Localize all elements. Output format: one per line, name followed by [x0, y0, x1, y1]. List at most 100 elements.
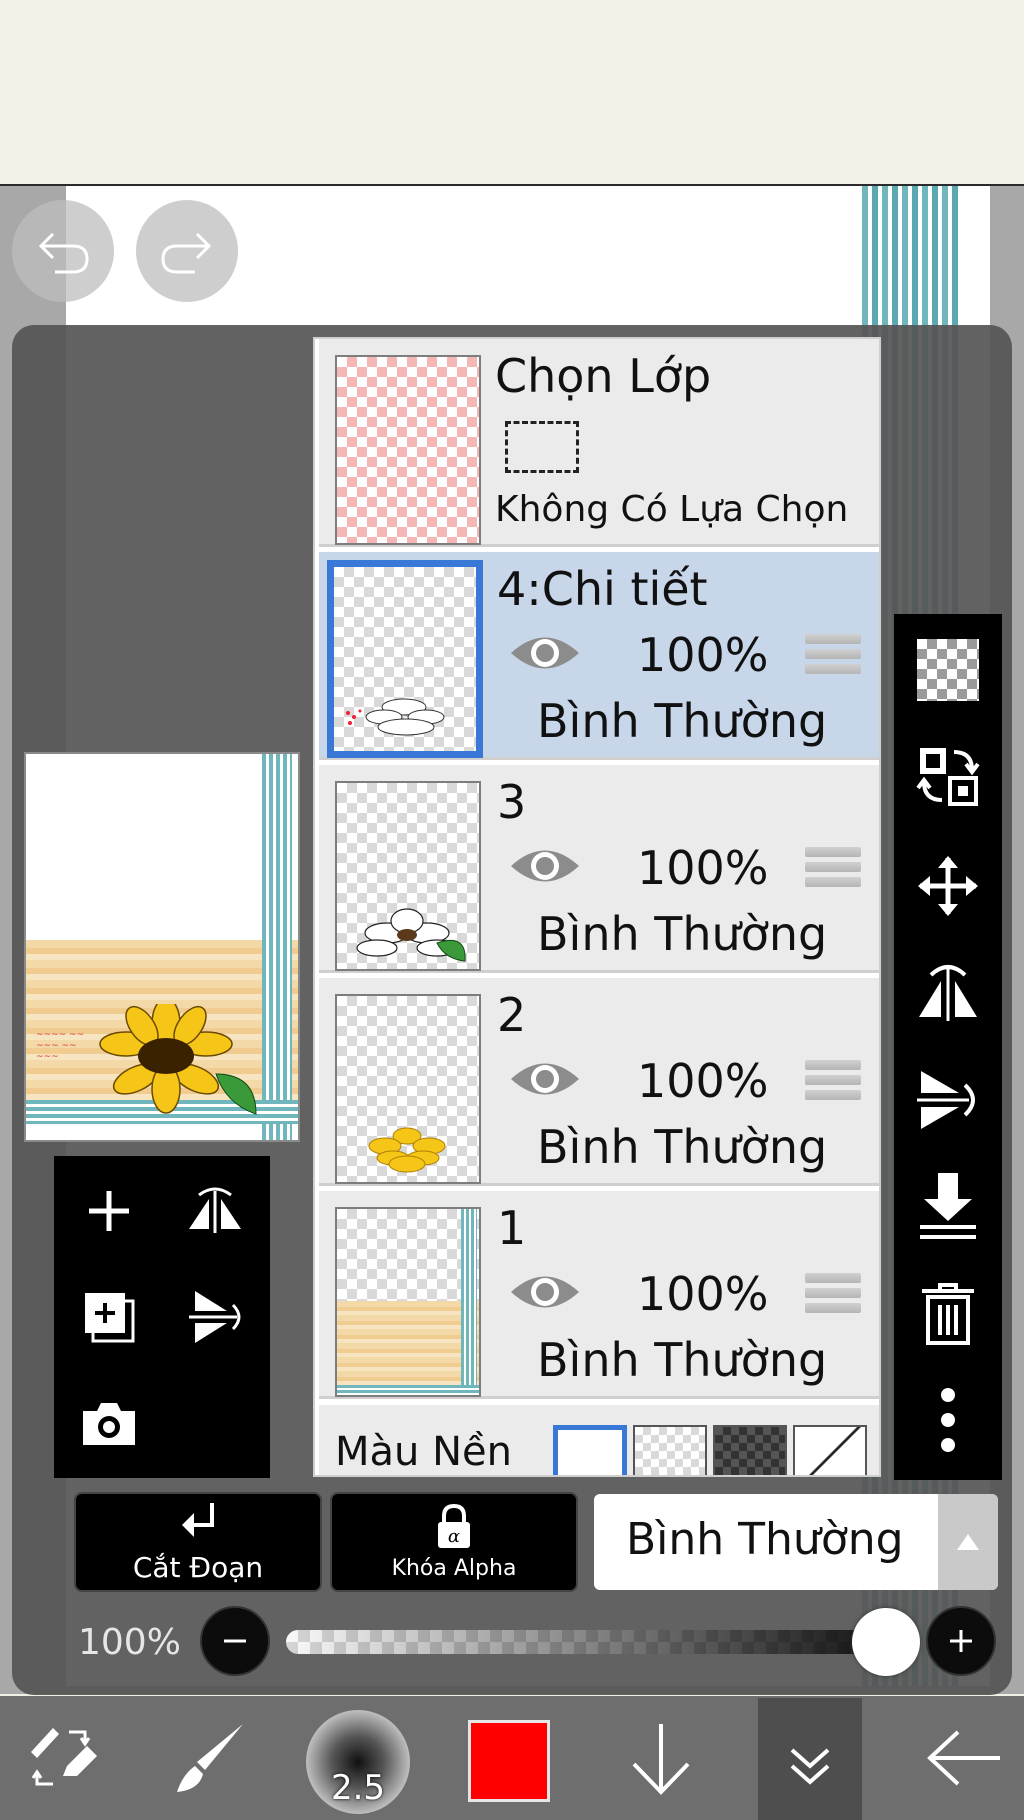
layer-name: 2 — [497, 988, 527, 1042]
tool-switch-button[interactable] — [20, 1696, 106, 1820]
layer-opacity: 100% — [637, 841, 769, 895]
layer-thumbnail — [327, 560, 483, 758]
visibility-eye-icon[interactable] — [507, 841, 583, 891]
drag-handle-icon[interactable] — [805, 1273, 861, 1317]
background-none-swatch[interactable] — [793, 1425, 867, 1475]
merge-down-button[interactable] — [912, 1170, 984, 1242]
layer-blend-mode: Bình Thường — [537, 1120, 828, 1174]
alpha-lock-label: Khóa Alpha — [391, 1555, 517, 1581]
selection-marquee-icon — [505, 421, 579, 473]
plus-icon — [950, 1630, 972, 1652]
minus-icon — [224, 1639, 246, 1643]
layer-panel: Chọn Lớp Không Có Lựa Chọn 4:Chi tiết 10… — [313, 337, 881, 1477]
background-white-swatch[interactable] — [553, 1425, 627, 1475]
layer-row[interactable]: 3 100% Bình Thường — [319, 765, 879, 973]
blend-mode-select[interactable]: Bình Thường — [594, 1494, 998, 1590]
flip-vertical-icon — [917, 1071, 975, 1129]
more-vertical-icon — [941, 1388, 955, 1452]
background-color-label: Màu Nền — [335, 1429, 512, 1475]
plus-icon — [89, 1191, 129, 1231]
visibility-eye-icon[interactable] — [507, 1267, 583, 1317]
brush-size-button[interactable]: 2.5 — [306, 1710, 410, 1814]
layer-row[interactable]: 2 100% Bình Thường — [319, 978, 879, 1186]
alpha-lock-button[interactable]: α Khóa Alpha — [330, 1492, 578, 1592]
opacity-slider-track[interactable] — [286, 1630, 898, 1654]
arrow-down-icon — [632, 1724, 690, 1795]
layer-opacity: 100% — [637, 628, 769, 682]
selection-layer-thumbnail — [335, 355, 481, 545]
checker-icon — [917, 639, 979, 701]
selection-layer-row[interactable]: Chọn Lớp Không Có Lựa Chọn — [319, 339, 879, 547]
move-icon — [918, 856, 978, 916]
flip-horizontal-icon — [919, 965, 977, 1021]
swap-icon — [916, 748, 980, 806]
layer-name: 1 — [497, 1201, 527, 1255]
flip-vertical-button[interactable] — [170, 1272, 260, 1362]
flip-layer-vertical-button[interactable] — [912, 1064, 984, 1136]
brush-eraser-switch-icon — [31, 1728, 97, 1786]
brush-icon — [177, 1724, 243, 1792]
drag-handle-icon[interactable] — [805, 1060, 861, 1104]
layer-opacity: 100% — [637, 1054, 769, 1108]
clipping-button[interactable]: Cắt Đoạn — [74, 1492, 322, 1592]
undo-icon — [38, 232, 89, 274]
blend-mode-value: Bình Thường — [626, 1514, 904, 1565]
bottom-toolbar: 2.5 — [0, 1696, 1024, 1820]
svg-text:α: α — [448, 1526, 460, 1547]
top-bar — [0, 0, 1024, 186]
back-button[interactable] — [914, 1696, 1014, 1820]
swap-layer-button[interactable] — [912, 740, 984, 812]
clipping-arrow-icon — [182, 1502, 214, 1537]
layer-thumbnail — [335, 1207, 481, 1397]
arrow-left-icon — [927, 1730, 1000, 1786]
flip-layer-horizontal-button[interactable] — [912, 956, 984, 1028]
undo-button[interactable] — [12, 200, 114, 302]
redo-button[interactable] — [136, 200, 238, 302]
layer-blend-mode: Bình Thường — [537, 907, 828, 961]
background-transparent-swatch[interactable] — [633, 1425, 707, 1475]
opacity-decrease-button[interactable] — [200, 1606, 270, 1676]
opacity-value-label: 100% — [78, 1622, 181, 1663]
brush-size-value: 2.5 — [330, 1768, 386, 1808]
transparent-fill-button[interactable] — [912, 634, 984, 706]
layer-row[interactable]: 1 100% Bình Thường — [319, 1191, 879, 1399]
delete-layer-button[interactable] — [912, 1278, 984, 1350]
opacity-increase-button[interactable] — [926, 1606, 996, 1676]
visibility-eye-icon[interactable] — [507, 628, 583, 678]
lock-icon: α — [438, 1503, 470, 1548]
clipping-label: Cắt Đoạn — [132, 1550, 264, 1584]
layer-opacity: 100% — [637, 1267, 769, 1321]
layer-row[interactable]: 4:Chi tiết 100% Bình Thường — [319, 552, 879, 760]
camera-button[interactable] — [64, 1378, 154, 1468]
double-chevron-down-icon — [790, 1748, 830, 1785]
flip-horizontal-button[interactable] — [170, 1166, 260, 1256]
lower-layer-button[interactable] — [616, 1696, 706, 1820]
add-layer-copy-button[interactable] — [64, 1272, 154, 1362]
move-layer-button[interactable] — [912, 850, 984, 922]
copy-layer-icon — [85, 1293, 135, 1343]
flip-horizontal-icon — [189, 1187, 241, 1233]
trash-icon — [922, 1283, 974, 1345]
more-options-button[interactable] — [912, 1384, 984, 1456]
add-layer-button[interactable] — [64, 1166, 154, 1256]
layer-blend-mode: Bình Thường — [537, 694, 828, 748]
selection-status: Không Có Lựa Chọn — [495, 489, 849, 530]
drag-handle-icon[interactable] — [805, 847, 861, 891]
background-color-row: Màu Nền — [319, 1405, 879, 1475]
background-dark-swatch[interactable] — [713, 1425, 787, 1475]
merge-down-icon — [920, 1173, 976, 1239]
current-color-swatch[interactable] — [468, 1720, 550, 1802]
layer-blend-mode: Bình Thường — [537, 1333, 828, 1387]
canvas-preview: ~~~~ ~~ ~~~ ~~ ~~~ — [24, 752, 300, 1142]
flip-vertical-icon — [189, 1291, 241, 1343]
layer-name: 3 — [497, 775, 527, 829]
camera-icon — [83, 1403, 135, 1445]
layers-tab-button[interactable] — [758, 1698, 862, 1820]
brush-tool-button[interactable] — [166, 1696, 252, 1820]
redo-icon — [161, 232, 212, 274]
drag-handle-icon[interactable] — [805, 634, 861, 678]
opacity-slider-knob[interactable] — [852, 1608, 920, 1676]
layer-tools-toolbar — [894, 614, 1002, 1480]
visibility-eye-icon[interactable] — [507, 1054, 583, 1104]
layer-thumbnail — [335, 781, 481, 971]
